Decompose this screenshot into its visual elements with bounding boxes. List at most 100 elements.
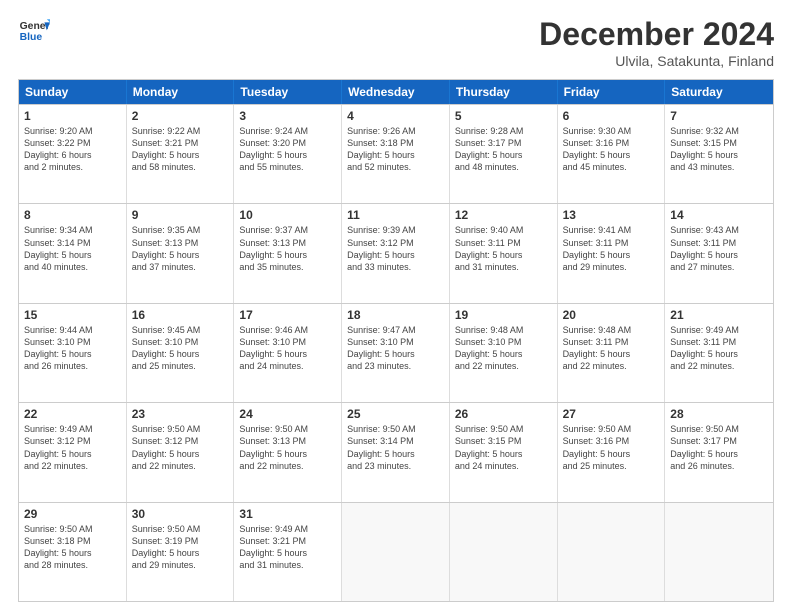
day-number: 1 xyxy=(24,109,121,123)
empty-cell xyxy=(558,503,666,601)
calendar: SundayMondayTuesdayWednesdayThursdayFrid… xyxy=(18,79,774,602)
day-info: Sunrise: 9:49 AMSunset: 3:11 PMDaylight:… xyxy=(670,324,768,373)
svg-text:Blue: Blue xyxy=(20,32,43,43)
day-info: Sunrise: 9:46 AMSunset: 3:10 PMDaylight:… xyxy=(239,324,336,373)
day-number: 24 xyxy=(239,407,336,421)
calendar-subtitle: Ulvila, Satakunta, Finland xyxy=(539,53,774,69)
day-info: Sunrise: 9:22 AMSunset: 3:21 PMDaylight:… xyxy=(132,125,229,174)
day-cell-28: 28Sunrise: 9:50 AMSunset: 3:17 PMDayligh… xyxy=(665,403,773,501)
day-number: 16 xyxy=(132,308,229,322)
day-info: Sunrise: 9:35 AMSunset: 3:13 PMDaylight:… xyxy=(132,224,229,273)
empty-cell xyxy=(665,503,773,601)
calendar-title: December 2024 xyxy=(539,16,774,53)
day-info: Sunrise: 9:24 AMSunset: 3:20 PMDaylight:… xyxy=(239,125,336,174)
week-row-5: 29 Sunrise: 9:50 AMSunset: 3:18 PMDayligh… xyxy=(19,502,773,601)
day-cell-8: 8 Sunrise: 9:34 AMSunset: 3:14 PMDaylight… xyxy=(19,204,127,302)
week-row-4: 22 Sunrise: 9:49 AMSunset: 3:12 PMDayligh… xyxy=(19,402,773,501)
day-cell-6: 6Sunrise: 9:30 AMSunset: 3:16 PMDaylight… xyxy=(558,105,666,203)
empty-cell xyxy=(342,503,450,601)
day-number: 2 xyxy=(132,109,229,123)
day-cell-29: 29 Sunrise: 9:50 AMSunset: 3:18 PMDayligh… xyxy=(19,503,127,601)
empty-cell xyxy=(450,503,558,601)
day-info: Sunrise: 9:49 AMSunset: 3:12 PMDaylight:… xyxy=(24,423,121,472)
day-info: Sunrise: 9:37 AMSunset: 3:13 PMDaylight:… xyxy=(239,224,336,273)
day-cell-21: 21 Sunrise: 9:49 AMSunset: 3:11 PMDayligh… xyxy=(665,304,773,402)
day-info: Sunrise: 9:30 AMSunset: 3:16 PMDaylight:… xyxy=(563,125,660,174)
general-blue-logo-icon: General Blue xyxy=(18,16,50,48)
day-info: Sunrise: 9:26 AMSunset: 3:18 PMDaylight:… xyxy=(347,125,444,174)
header-cell-thursday: Thursday xyxy=(450,80,558,104)
day-cell-22: 22 Sunrise: 9:49 AMSunset: 3:12 PMDayligh… xyxy=(19,403,127,501)
day-number: 23 xyxy=(132,407,229,421)
day-info: Sunrise: 9:34 AMSunset: 3:14 PMDaylight:… xyxy=(24,224,121,273)
day-info: Sunrise: 9:28 AMSunset: 3:17 PMDaylight:… xyxy=(455,125,552,174)
day-info: Sunrise: 9:48 AMSunset: 3:10 PMDaylight:… xyxy=(455,324,552,373)
day-number: 8 xyxy=(24,208,121,222)
day-number: 19 xyxy=(455,308,552,322)
day-number: 25 xyxy=(347,407,444,421)
title-block: December 2024 Ulvila, Satakunta, Finland xyxy=(539,16,774,69)
day-info: Sunrise: 9:32 AMSunset: 3:15 PMDaylight:… xyxy=(670,125,768,174)
page: General Blue December 2024 Ulvila, Satak… xyxy=(0,0,792,612)
week-row-2: 8 Sunrise: 9:34 AMSunset: 3:14 PMDaylight… xyxy=(19,203,773,302)
day-info: Sunrise: 9:48 AMSunset: 3:11 PMDaylight:… xyxy=(563,324,660,373)
day-cell-14: 14Sunrise: 9:43 AMSunset: 3:11 PMDayligh… xyxy=(665,204,773,302)
day-cell-23: 23Sunrise: 9:50 AMSunset: 3:12 PMDayligh… xyxy=(127,403,235,501)
day-number: 13 xyxy=(563,208,660,222)
day-number: 3 xyxy=(239,109,336,123)
day-info: Sunrise: 9:41 AMSunset: 3:11 PMDaylight:… xyxy=(563,224,660,273)
day-info: Sunrise: 9:50 AMSunset: 3:16 PMDaylight:… xyxy=(563,423,660,472)
day-number: 29 xyxy=(24,507,121,521)
day-cell-10: 10Sunrise: 9:37 AMSunset: 3:13 PMDayligh… xyxy=(234,204,342,302)
day-info: Sunrise: 9:50 AMSunset: 3:15 PMDaylight:… xyxy=(455,423,552,472)
day-info: Sunrise: 9:49 AMSunset: 3:21 PMDaylight:… xyxy=(239,523,336,572)
day-number: 7 xyxy=(670,109,768,123)
day-cell-12: 12 Sunrise: 9:40 AMSunset: 3:11 PMDayligh… xyxy=(450,204,558,302)
day-cell-19: 19 Sunrise: 9:48 AMSunset: 3:10 PMDayligh… xyxy=(450,304,558,402)
week-row-1: 1Sunrise: 9:20 AMSunset: 3:22 PMDaylight… xyxy=(19,104,773,203)
day-number: 18 xyxy=(347,308,444,322)
day-number: 4 xyxy=(347,109,444,123)
day-cell-4: 4 Sunrise: 9:26 AMSunset: 3:18 PMDaylight… xyxy=(342,105,450,203)
calendar-body: 1Sunrise: 9:20 AMSunset: 3:22 PMDaylight… xyxy=(19,104,773,601)
day-info: Sunrise: 9:50 AMSunset: 3:19 PMDaylight:… xyxy=(132,523,229,572)
day-number: 28 xyxy=(670,407,768,421)
day-number: 20 xyxy=(563,308,660,322)
day-cell-18: 18 Sunrise: 9:47 AMSunset: 3:10 PMDayligh… xyxy=(342,304,450,402)
day-cell-17: 17Sunrise: 9:46 AMSunset: 3:10 PMDayligh… xyxy=(234,304,342,402)
day-cell-25: 25 Sunrise: 9:50 AMSunset: 3:14 PMDayligh… xyxy=(342,403,450,501)
day-number: 21 xyxy=(670,308,768,322)
calendar-header-row: SundayMondayTuesdayWednesdayThursdayFrid… xyxy=(19,80,773,104)
header-cell-saturday: Saturday xyxy=(665,80,773,104)
day-cell-3: 3 Sunrise: 9:24 AMSunset: 3:20 PMDaylight… xyxy=(234,105,342,203)
day-info: Sunrise: 9:45 AMSunset: 3:10 PMDaylight:… xyxy=(132,324,229,373)
day-cell-2: 2 Sunrise: 9:22 AMSunset: 3:21 PMDaylight… xyxy=(127,105,235,203)
day-info: Sunrise: 9:50 AMSunset: 3:13 PMDaylight:… xyxy=(239,423,336,472)
day-number: 22 xyxy=(24,407,121,421)
header-cell-friday: Friday xyxy=(558,80,666,104)
day-number: 12 xyxy=(455,208,552,222)
day-number: 26 xyxy=(455,407,552,421)
day-number: 15 xyxy=(24,308,121,322)
day-info: Sunrise: 9:50 AMSunset: 3:14 PMDaylight:… xyxy=(347,423,444,472)
day-cell-20: 20 Sunrise: 9:48 AMSunset: 3:11 PMDayligh… xyxy=(558,304,666,402)
day-cell-15: 15 Sunrise: 9:44 AMSunset: 3:10 PMDayligh… xyxy=(19,304,127,402)
day-cell-11: 11 Sunrise: 9:39 AMSunset: 3:12 PMDayligh… xyxy=(342,204,450,302)
day-cell-1: 1Sunrise: 9:20 AMSunset: 3:22 PMDaylight… xyxy=(19,105,127,203)
week-row-3: 15 Sunrise: 9:44 AMSunset: 3:10 PMDayligh… xyxy=(19,303,773,402)
day-info: Sunrise: 9:44 AMSunset: 3:10 PMDaylight:… xyxy=(24,324,121,373)
day-number: 30 xyxy=(132,507,229,521)
header-cell-wednesday: Wednesday xyxy=(342,80,450,104)
day-info: Sunrise: 9:39 AMSunset: 3:12 PMDaylight:… xyxy=(347,224,444,273)
day-info: Sunrise: 9:50 AMSunset: 3:18 PMDaylight:… xyxy=(24,523,121,572)
day-cell-13: 13 Sunrise: 9:41 AMSunset: 3:11 PMDayligh… xyxy=(558,204,666,302)
day-info: Sunrise: 9:47 AMSunset: 3:10 PMDaylight:… xyxy=(347,324,444,373)
day-number: 11 xyxy=(347,208,444,222)
day-number: 14 xyxy=(670,208,768,222)
day-cell-7: 7 Sunrise: 9:32 AMSunset: 3:15 PMDaylight… xyxy=(665,105,773,203)
day-cell-30: 30 Sunrise: 9:50 AMSunset: 3:19 PMDayligh… xyxy=(127,503,235,601)
day-cell-27: 27Sunrise: 9:50 AMSunset: 3:16 PMDayligh… xyxy=(558,403,666,501)
header-cell-monday: Monday xyxy=(127,80,235,104)
day-info: Sunrise: 9:40 AMSunset: 3:11 PMDaylight:… xyxy=(455,224,552,273)
header-cell-sunday: Sunday xyxy=(19,80,127,104)
